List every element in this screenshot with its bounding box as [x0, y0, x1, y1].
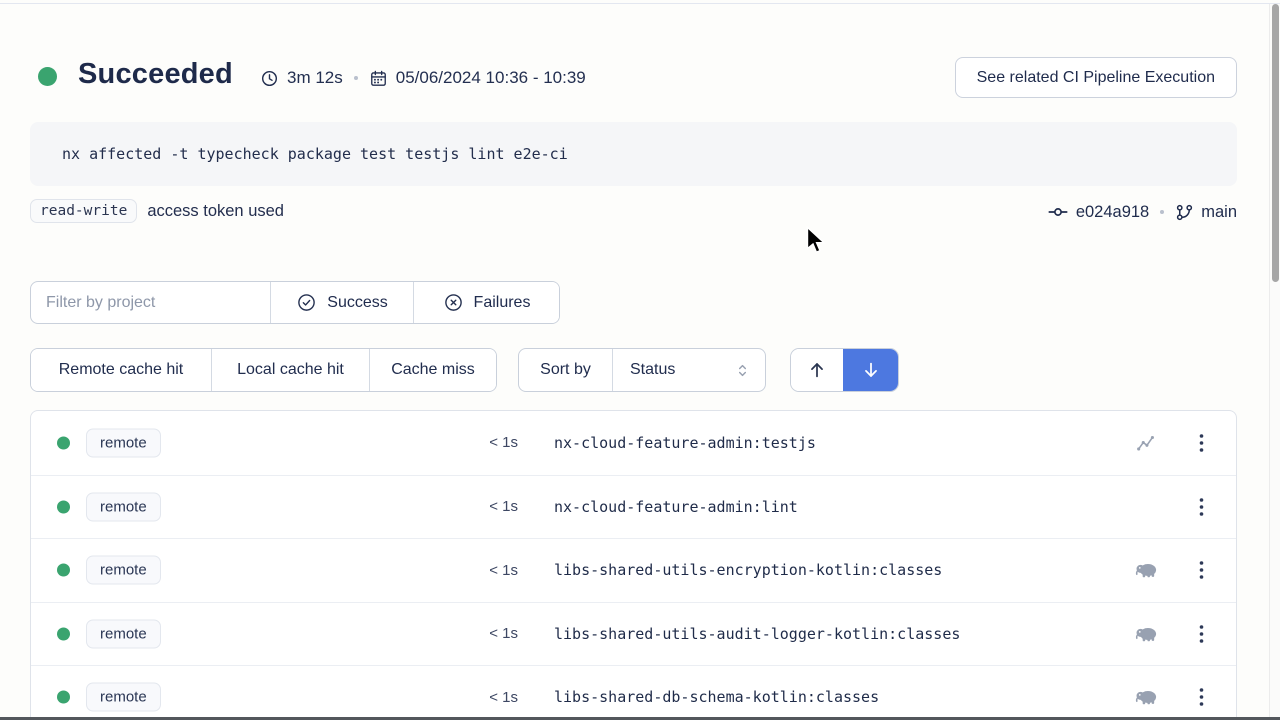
task-duration: < 1s	[431, 562, 518, 579]
top-divider	[0, 3, 1280, 4]
git-branch-icon	[1175, 203, 1194, 222]
task-name: libs-shared-utils-audit-logger-kotlin:cl…	[554, 625, 960, 643]
sort-field-value: Status	[630, 361, 675, 379]
chart-icon	[1134, 432, 1158, 454]
arrow-down-icon	[860, 359, 882, 381]
success-filter-label: Success	[327, 294, 387, 312]
cache-source-badge: remote	[86, 428, 161, 457]
vertical-scrollbar[interactable]	[1269, 4, 1280, 717]
row-menu-button[interactable]	[1192, 433, 1210, 453]
task-status-dot	[57, 500, 70, 513]
gradle-elephant-icon	[1134, 626, 1158, 642]
gradle-elephant-icon	[1134, 562, 1158, 578]
run-date-range: 05/06/2024 10:36 - 10:39	[396, 68, 586, 88]
task-name: libs-shared-utils-encryption-kotlin:clas…	[554, 561, 942, 579]
project-filter-input[interactable]	[31, 294, 270, 312]
task-row[interactable]: remote < 1s nx-cloud-feature-admin:testj…	[31, 411, 1236, 475]
mouse-cursor	[803, 226, 828, 255]
filter-bar: Success Failures	[30, 281, 560, 324]
task-status-dot	[57, 564, 70, 577]
run-duration: 3m 12s	[287, 68, 343, 88]
task-list: remote < 1s nx-cloud-feature-admin:testj…	[30, 410, 1237, 720]
task-duration: < 1s	[431, 689, 518, 706]
sort-group: Sort by Status	[518, 348, 766, 392]
success-filter-button[interactable]: Success	[271, 282, 414, 323]
see-related-pipeline-button[interactable]: See related CI Pipeline Execution	[955, 57, 1237, 98]
task-status-dot	[57, 627, 70, 640]
x-circle-icon	[443, 292, 464, 313]
access-token-label: access token used	[147, 202, 284, 221]
task-duration: < 1s	[431, 434, 518, 451]
calendar-icon	[369, 69, 388, 88]
task-row[interactable]: remote < 1s nx-cloud-feature-admin:lint	[31, 475, 1236, 539]
cache-source-badge: remote	[86, 556, 161, 585]
project-filter-wrap	[31, 282, 271, 323]
commit-hash: e024a918	[1076, 203, 1149, 222]
task-name: libs-shared-db-schema-kotlin:classes	[554, 688, 879, 706]
task-status-dot	[57, 691, 70, 704]
commit-link[interactable]: e024a918	[1047, 201, 1149, 223]
run-meta: 3m 12s 05/06/2024 10:36 - 10:39	[260, 68, 586, 88]
sort-descending-button[interactable]	[843, 349, 898, 391]
cache-source-badge: remote	[86, 619, 161, 648]
row-menu-button[interactable]	[1192, 497, 1210, 517]
branch-link[interactable]: main	[1175, 203, 1237, 222]
vcs-info: e024a918 main	[1047, 201, 1237, 223]
separator-dot	[354, 76, 358, 80]
arrow-up-icon	[806, 359, 828, 381]
clock-icon	[260, 69, 279, 88]
sort-by-label: Sort by	[519, 349, 613, 391]
remote-cache-hit-button[interactable]: Remote cache hit	[31, 349, 211, 391]
task-duration: < 1s	[431, 498, 518, 515]
run-details-page: Succeeded 3m 12s 05/06/2024 10:36 - 10:3…	[0, 0, 1280, 720]
task-row[interactable]: remote < 1s libs-shared-utils-audit-logg…	[31, 602, 1236, 666]
cache-source-badge: remote	[86, 683, 161, 712]
branch-name: main	[1201, 203, 1237, 222]
cache-miss-button[interactable]: Cache miss	[369, 349, 496, 391]
gradle-elephant-icon	[1134, 689, 1158, 705]
sort-direction-group	[790, 348, 899, 392]
task-row[interactable]: remote < 1s libs-shared-db-schema-kotlin…	[31, 665, 1236, 720]
task-status-dot	[57, 436, 70, 449]
commit-icon	[1047, 201, 1069, 223]
sort-ascending-button[interactable]	[791, 349, 843, 391]
failures-filter-button[interactable]: Failures	[414, 282, 559, 323]
row-menu-button[interactable]	[1192, 560, 1210, 580]
command-text: nx affected -t typecheck package test te…	[62, 145, 568, 163]
cache-source-badge: remote	[86, 492, 161, 521]
task-row[interactable]: remote < 1s libs-shared-utils-encryption…	[31, 538, 1236, 602]
status-dot	[38, 67, 57, 86]
scrollbar-thumb[interactable]	[1272, 4, 1279, 282]
task-name: nx-cloud-feature-admin:lint	[554, 498, 798, 516]
local-cache-hit-button[interactable]: Local cache hit	[211, 349, 369, 391]
access-token-badge: read-write	[30, 199, 137, 223]
failures-filter-label: Failures	[474, 294, 531, 312]
access-token-row: read-write access token used	[30, 199, 284, 223]
page-title: Succeeded	[78, 58, 233, 91]
sort-field-select[interactable]: Status	[613, 349, 765, 391]
cache-filter-group: Remote cache hit Local cache hit Cache m…	[30, 348, 497, 392]
check-circle-icon	[296, 292, 317, 313]
row-menu-button[interactable]	[1192, 624, 1210, 644]
command-block: nx affected -t typecheck package test te…	[30, 122, 1237, 186]
chevron-up-down-icon	[734, 362, 751, 379]
task-name: nx-cloud-feature-admin:testjs	[554, 434, 816, 452]
separator-dot	[1160, 210, 1164, 214]
row-menu-button[interactable]	[1192, 687, 1210, 707]
task-duration: < 1s	[431, 625, 518, 642]
